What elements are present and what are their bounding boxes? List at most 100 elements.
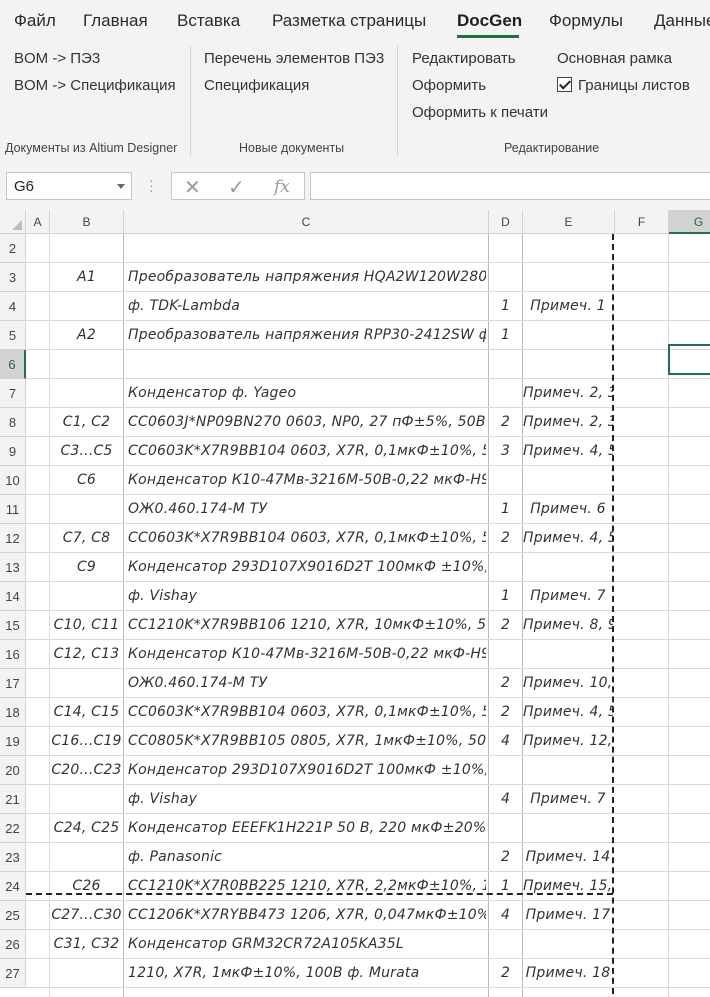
row-header[interactable]: 2 bbox=[0, 234, 26, 263]
cell-quantity[interactable]: 1 bbox=[489, 878, 522, 898]
row-header[interactable]: 18 bbox=[0, 698, 26, 727]
cell-designator[interactable] bbox=[50, 675, 123, 695]
row-header[interactable]: 24 bbox=[0, 872, 26, 901]
row-header[interactable]: 7 bbox=[0, 379, 26, 408]
cell-designator[interactable]: A1 bbox=[50, 269, 123, 289]
cell-quantity[interactable]: 1 bbox=[489, 588, 522, 608]
cell-quantity[interactable]: 2 bbox=[489, 414, 522, 434]
new-pe3-button[interactable]: Перечень элементов ПЭ3 bbox=[204, 50, 384, 67]
cell-quantity[interactable] bbox=[489, 936, 522, 956]
tab-page-layout[interactable]: Разметка страницы bbox=[272, 11, 426, 31]
main-frame-button[interactable]: Основная рамка bbox=[557, 50, 672, 67]
cell-name[interactable]: Конденсатор ф. Yageo bbox=[128, 385, 486, 405]
formula-input[interactable] bbox=[310, 172, 710, 200]
cell-note[interactable] bbox=[523, 269, 613, 289]
cell-name[interactable]: Конденсатор GRM32CR72A105KA35L bbox=[128, 936, 486, 956]
cell-name[interactable]: ф. Vishay bbox=[128, 791, 486, 811]
cell-note[interactable] bbox=[523, 327, 613, 347]
cell-note[interactable] bbox=[523, 240, 613, 260]
cell-designator[interactable]: C3...C5 bbox=[50, 443, 123, 463]
cell-name[interactable]: CC1210K*X7R9BB106 1210, X7R, 10мкФ±10%, … bbox=[128, 617, 486, 637]
row-header[interactable]: 16 bbox=[0, 640, 26, 669]
tab-file[interactable]: Файл bbox=[14, 11, 56, 31]
cell-name[interactable]: 1210, X7R, 1мкФ±10%, 100В ф. Murata bbox=[128, 965, 486, 985]
format-button[interactable]: Оформить bbox=[412, 77, 486, 94]
cell-note[interactable] bbox=[523, 472, 613, 492]
select-all-corner[interactable] bbox=[0, 210, 26, 234]
cell-quantity[interactable]: 2 bbox=[489, 617, 522, 637]
cell-name[interactable]: Преобразователь напряжения HQA2W120W280V… bbox=[128, 269, 486, 289]
cell-note[interactable] bbox=[523, 356, 613, 376]
row-header[interactable]: 26 bbox=[0, 930, 26, 959]
cell-designator[interactable]: C14, C15 bbox=[50, 704, 123, 724]
cell-note[interactable]: Примеч. 7 bbox=[523, 791, 613, 811]
row-header[interactable]: 4 bbox=[0, 292, 26, 321]
cell-note[interactable]: Примеч. 2, 3 bbox=[523, 385, 613, 405]
enter-icon[interactable]: ✓ bbox=[228, 175, 245, 200]
row-header[interactable]: 23 bbox=[0, 843, 26, 872]
cell-note[interactable] bbox=[523, 762, 613, 782]
cell-note[interactable]: Примеч. 4, 5 bbox=[523, 704, 613, 724]
cell-designator[interactable]: C1, C2 bbox=[50, 414, 123, 434]
cell-name[interactable]: Конденсатор К10-47Мв-3216М-50В-0,22 мкФ-… bbox=[128, 472, 486, 492]
cell-quantity[interactable]: 2 bbox=[489, 849, 522, 869]
cell-note[interactable]: Примеч. 10, 11 bbox=[523, 675, 613, 695]
cell-note[interactable]: Примеч. 17 bbox=[523, 907, 613, 927]
cell-designator[interactable] bbox=[50, 588, 123, 608]
cell-designator[interactable]: C26 bbox=[50, 878, 123, 898]
column-header-a[interactable]: A bbox=[26, 210, 50, 234]
sheet-borders-checkbox[interactable] bbox=[557, 77, 572, 92]
cell-note[interactable]: Примеч. 4, 5 bbox=[523, 443, 613, 463]
cell-note[interactable]: Примеч. 14 bbox=[523, 849, 613, 869]
cell-quantity[interactable]: 4 bbox=[489, 733, 522, 753]
cell-designator[interactable]: C9 bbox=[50, 559, 123, 579]
new-spec-button[interactable]: Спецификация bbox=[204, 77, 309, 94]
cell-designator[interactable] bbox=[50, 791, 123, 811]
column-header-b[interactable]: B bbox=[50, 210, 124, 234]
cell-quantity[interactable]: 1 bbox=[489, 501, 522, 521]
cell-quantity[interactable]: 4 bbox=[489, 907, 522, 927]
cell-name[interactable]: CC1206K*X7RYBB473 1206, X7R, 0,047мкФ±10… bbox=[128, 907, 486, 927]
bom-to-spec-button[interactable]: BOM -> Спецификация bbox=[14, 77, 176, 94]
cell-quantity[interactable]: 3 bbox=[489, 443, 522, 463]
cell-name[interactable]: CC0603K*X7R9BB104 0603, X7R, 0,1мкФ±10%,… bbox=[128, 704, 486, 724]
row-header[interactable]: 25 bbox=[0, 901, 26, 930]
insert-function-icon[interactable]: fx bbox=[274, 177, 290, 197]
cell-designator[interactable] bbox=[50, 501, 123, 521]
cell-name[interactable]: Конденсатор К10-47Мв-3216М-50В-0,22 мкФ-… bbox=[128, 646, 486, 666]
cell-note[interactable] bbox=[523, 646, 613, 666]
cell-name[interactable]: CC0603J*NP09BN270 0603, NP0, 27 пФ±5%, 5… bbox=[128, 414, 486, 434]
cell-name[interactable]: ОЖ0.460.174-М ТУ bbox=[128, 675, 486, 695]
cell-quantity[interactable] bbox=[489, 240, 522, 260]
row-header[interactable]: 22 bbox=[0, 814, 26, 843]
column-header-e[interactable]: E bbox=[523, 210, 615, 234]
row-header[interactable]: 9 bbox=[0, 437, 26, 466]
cell-quantity[interactable] bbox=[489, 820, 522, 840]
tab-home[interactable]: Главная bbox=[83, 11, 148, 31]
row-header[interactable]: 5 bbox=[0, 321, 26, 350]
row-header[interactable]: 27 bbox=[0, 959, 26, 988]
cell-quantity[interactable]: 2 bbox=[489, 704, 522, 724]
cell-quantity[interactable] bbox=[489, 472, 522, 492]
cell-designator[interactable]: C20...C23 bbox=[50, 762, 123, 782]
chevron-down-icon[interactable] bbox=[117, 184, 125, 189]
cell-name[interactable]: ф. Panasonic bbox=[128, 849, 486, 869]
row-header[interactable]: 17 bbox=[0, 669, 26, 698]
cell-name[interactable]: CC0805K*X7R9BB105 0805, X7R, 1мкФ±10%, 5… bbox=[128, 733, 486, 753]
row-header[interactable]: 21 bbox=[0, 785, 26, 814]
more-options-icon[interactable]: · · · bbox=[149, 173, 154, 197]
format-for-print-button[interactable]: Оформить к печати bbox=[412, 104, 548, 121]
active-cell-selection[interactable] bbox=[668, 344, 710, 375]
cell-name[interactable]: ф. TDK-Lambda bbox=[128, 298, 486, 318]
cell-name[interactable]: ОЖ0.460.174-М ТУ bbox=[128, 501, 486, 521]
edit-button[interactable]: Редактировать bbox=[412, 50, 516, 67]
row-header[interactable]: 15 bbox=[0, 611, 26, 640]
cell-note[interactable]: Примеч. 6 bbox=[523, 501, 613, 521]
cell-quantity[interactable] bbox=[489, 762, 522, 782]
cell-designator[interactable] bbox=[50, 385, 123, 405]
cell-designator[interactable] bbox=[50, 849, 123, 869]
cell-note[interactable]: Примеч. 4, 5 bbox=[523, 530, 613, 550]
row-header[interactable]: 14 bbox=[0, 582, 26, 611]
cell-designator[interactable] bbox=[50, 356, 123, 376]
row-header[interactable]: 20 bbox=[0, 756, 26, 785]
